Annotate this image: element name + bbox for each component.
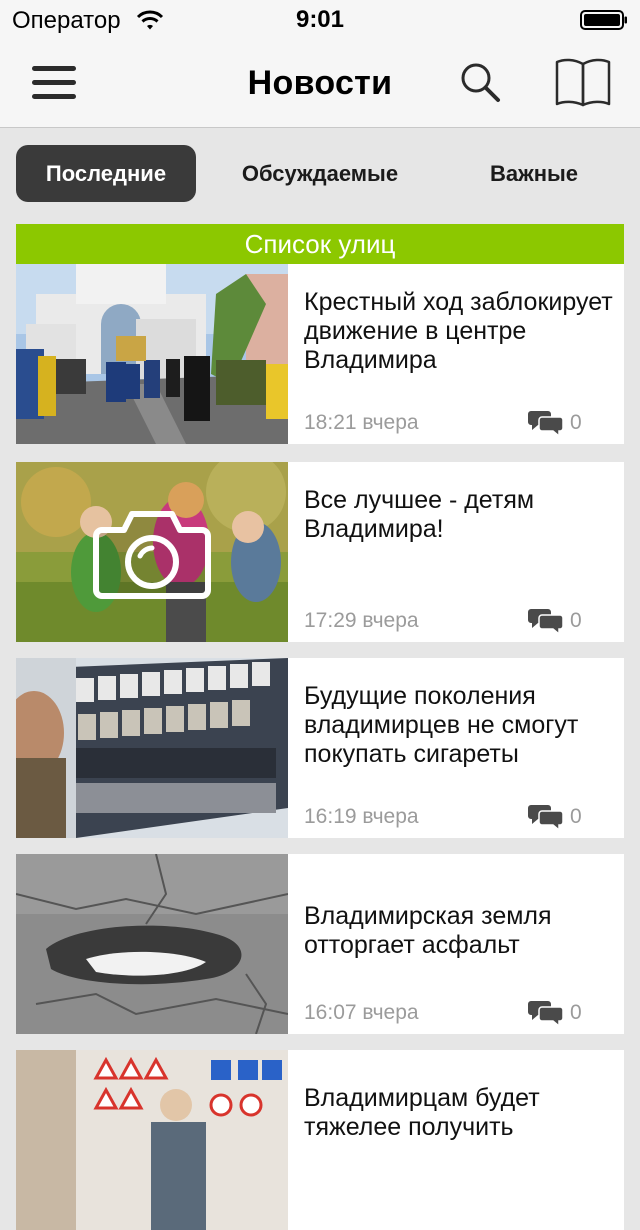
comments-icon <box>528 805 564 830</box>
tab-discussed[interactable]: Обсуждаемые <box>220 145 420 202</box>
news-item[interactable]: Владимирцам будет тяжелее получить <box>16 1050 624 1230</box>
news-item[interactable]: Крестный ход заблокирует движение в цент… <box>16 264 624 444</box>
tab-important[interactable]: Важные <box>444 145 624 202</box>
page-title: Новости <box>247 64 393 102</box>
news-title: Владимирская земля отторгает асфальт <box>304 902 552 959</box>
comments-icon <box>528 609 564 634</box>
comments-count: 0 <box>570 805 582 828</box>
news-filter-tabs: Последние Обсуждаемые Важные <box>16 145 624 202</box>
comments-count: 0 <box>570 609 582 632</box>
comments-count: 0 <box>570 1001 582 1024</box>
news-item[interactable]: Будущие поколения владимирцев не смогут … <box>16 658 624 838</box>
search-icon[interactable] <box>458 60 504 106</box>
top-bar: Оператор 9:01 Новости <box>0 0 640 128</box>
procession-photo <box>16 264 288 444</box>
status-bar: Оператор 9:01 <box>0 0 640 40</box>
traffic-signs-photo <box>16 1050 288 1230</box>
news-item[interactable]: Все лучшее - детям Владимира! 17:29 вчер… <box>16 462 624 642</box>
children-photo <box>16 462 288 642</box>
pothole-photo <box>16 854 288 1034</box>
clock: 9:01 <box>295 6 345 33</box>
comments-icon <box>528 411 564 436</box>
news-time: 18:21 вчера <box>304 411 419 434</box>
news-title: Все лучшее - детям Владимира! <box>304 486 535 543</box>
news-title: Крестный ход заблокирует движение в цент… <box>304 288 613 374</box>
news-time: 17:29 вчера <box>304 609 419 632</box>
comments-count: 0 <box>570 411 582 434</box>
book-icon[interactable] <box>554 56 612 108</box>
cigarettes-shelf-photo <box>16 658 288 838</box>
camera-icon <box>93 511 211 599</box>
news-title: Будущие поколения владимирцев не смогут … <box>304 682 579 768</box>
news-time: 16:19 вчера <box>304 805 419 828</box>
news-title: Владимирцам будет тяжелее получить <box>304 1084 540 1141</box>
tab-latest[interactable]: Последние <box>16 145 196 202</box>
news-time: 16:07 вчера <box>304 1001 419 1024</box>
news-item[interactable]: Владимирская земля отторгает асфальт 16:… <box>16 854 624 1034</box>
battery-icon <box>580 10 627 30</box>
comments-icon <box>528 1001 564 1026</box>
street-list-banner[interactable]: Список улиц <box>16 224 624 264</box>
